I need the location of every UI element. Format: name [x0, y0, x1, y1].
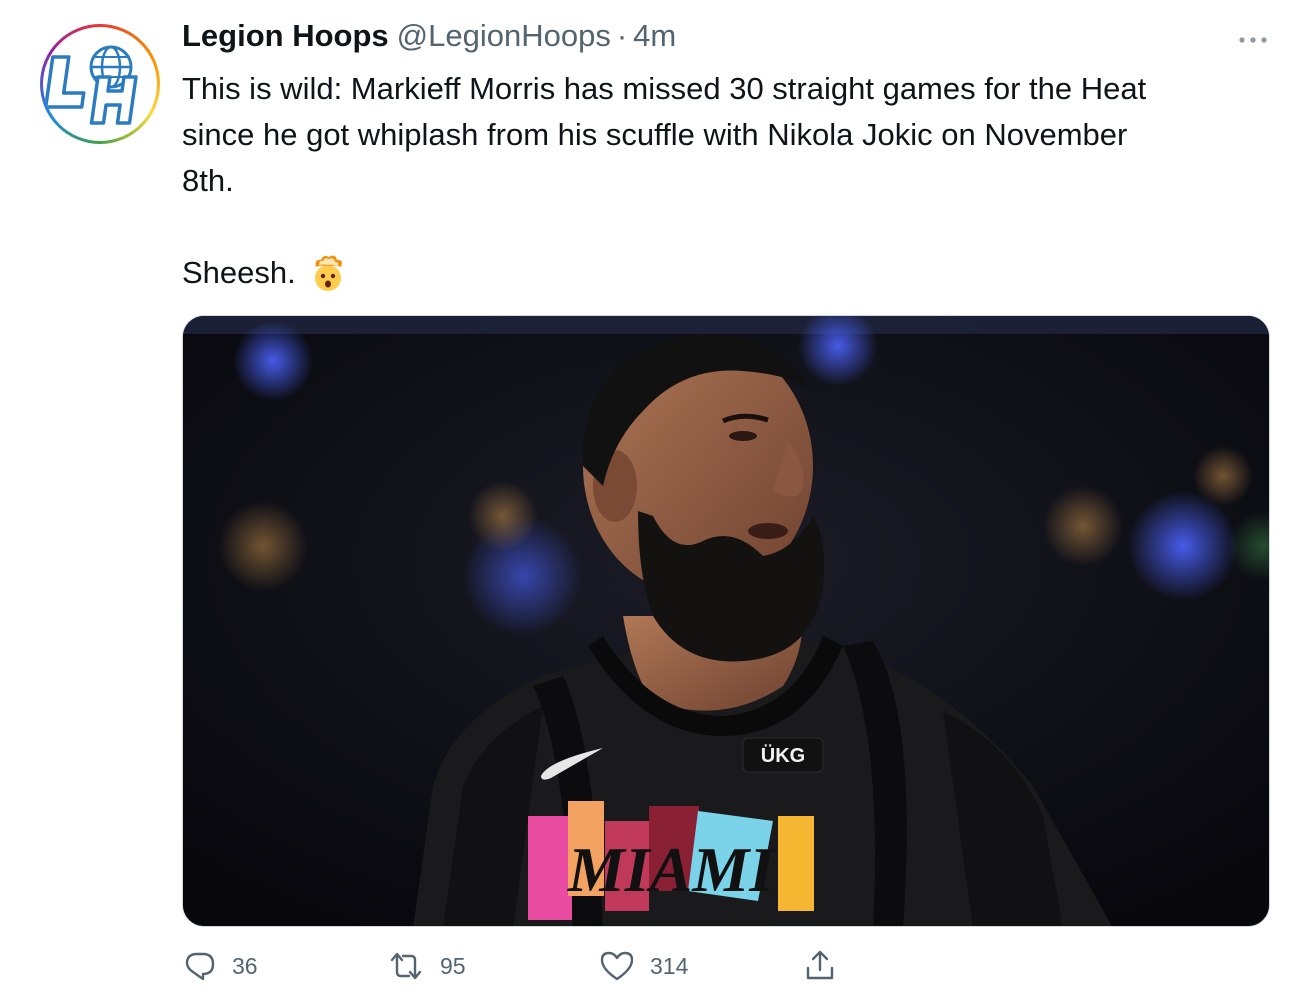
tweet-header: Legion Hoops @LegionHoops · 4m: [182, 18, 676, 58]
retweet-count: 95: [440, 952, 466, 979]
like-button[interactable]: 314: [598, 942, 688, 990]
separator-dot: ·: [616, 18, 628, 53]
tweet-text: This is wild: Markieff Morris has missed…: [182, 66, 1272, 204]
tweet-timestamp[interactable]: 4m: [633, 18, 676, 54]
display-name[interactable]: Legion Hoops: [182, 18, 389, 54]
retweet-button[interactable]: 95: [386, 942, 466, 990]
jersey-wordmark-text: MIAMI: [567, 834, 776, 905]
tweet-text-line: This is wild: Markieff Morris has missed…: [182, 71, 1147, 106]
tweet-text-line: since he got whiplash from his scuffle w…: [182, 117, 1128, 152]
tweet-actions: 36 95 314: [182, 942, 1270, 990]
avatar[interactable]: [40, 24, 160, 144]
share-button[interactable]: [802, 942, 838, 990]
tweet-text-line: 8th.: [182, 163, 234, 198]
retweet-icon: [390, 952, 422, 980]
reply-button[interactable]: 36: [182, 942, 258, 990]
user-handle[interactable]: @LegionHoops: [397, 18, 611, 54]
player-photo: ÜKG MIAMI: [183, 316, 1269, 926]
avatar-logo: [43, 27, 157, 141]
reply-count: 36: [232, 952, 258, 979]
tweet[interactable]: Legion Hoops @LegionHoops · 4m This is w…: [0, 0, 1310, 1007]
jersey-brand: ÜKG: [761, 744, 805, 767]
closing-text: Sheesh.: [182, 255, 296, 290]
heart-icon: [600, 951, 634, 981]
reply-icon: [185, 952, 215, 981]
like-count: 314: [650, 952, 689, 979]
legion-hoops-logo-icon: [43, 45, 138, 125]
tweet-closing-line: Sheesh.: [182, 250, 348, 296]
more-options-button[interactable]: [1236, 30, 1270, 50]
more-icon: [1239, 37, 1267, 43]
share-icon: [806, 950, 834, 980]
tweet-photo[interactable]: ÜKG MIAMI: [182, 315, 1270, 927]
exploding-head-icon: [308, 253, 348, 293]
